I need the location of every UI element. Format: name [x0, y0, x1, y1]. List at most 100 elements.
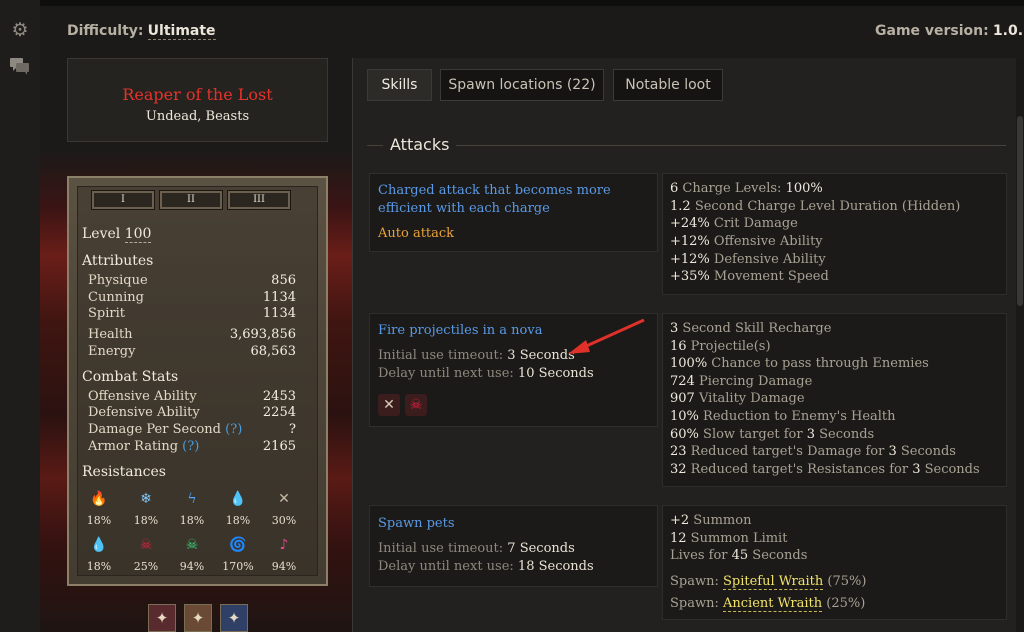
- prop: 3 Second Skill Recharge: [670, 321, 832, 336]
- prop: 907 Vitality Damage: [670, 391, 805, 406]
- resist-vitality-value: 25%: [133, 560, 159, 573]
- combat-dps: Damage Per Second (?)?: [88, 422, 296, 437]
- tab-skills[interactable]: Skills: [367, 69, 432, 101]
- scrollbar-thumb[interactable]: [1017, 116, 1023, 306]
- poison-icon: 💧: [229, 491, 247, 507]
- tier-button-1[interactable]: I: [91, 190, 155, 210]
- spawn-row: Spawn: Ancient Wraith (25%): [670, 596, 866, 612]
- prop: +2 Summon: [670, 513, 752, 528]
- attr-label: Spirit: [88, 306, 125, 321]
- attr-value: 3,693,856: [229, 327, 296, 342]
- attr-cunning: Cunning 1134: [88, 290, 296, 305]
- mutator-icon-2[interactable]: ✦: [184, 604, 212, 632]
- aether-icon: ☠: [185, 537, 199, 553]
- level-label: Level: [82, 226, 121, 242]
- lightning-icon: ϟ: [187, 491, 197, 507]
- resist-lightning-value: 18%: [179, 514, 205, 527]
- gear-icon[interactable]: ⚙: [9, 19, 31, 41]
- combat-value: 2453: [262, 389, 296, 404]
- attributes-title: Attributes: [82, 253, 154, 269]
- version-label: Game version:: [875, 23, 989, 39]
- spawn-link[interactable]: Spiteful Wraith: [723, 574, 824, 590]
- initial-timeout: Initial use timeout: 3 Seconds: [378, 348, 575, 363]
- level-row: Level 100: [82, 226, 152, 243]
- resist-chaos-value: 170%: [222, 560, 254, 573]
- combat-label: Armor Rating: [88, 439, 179, 454]
- combat-offensive: Offensive Ability 2453: [88, 389, 296, 404]
- bleed-icon: 💧: [90, 537, 108, 553]
- attr-label: Energy: [88, 344, 136, 359]
- delay-next-use: Delay until next use: 18 Seconds: [378, 559, 594, 574]
- attr-value: 1134: [262, 306, 296, 321]
- difficulty: Difficulty: Ultimate: [67, 23, 216, 40]
- prop: 60% Slow target for 3 Seconds: [670, 427, 875, 442]
- difficulty-label: Difficulty:: [67, 23, 144, 39]
- tier-button-3[interactable]: III: [227, 190, 291, 210]
- spawn-link[interactable]: Ancient Wraith: [723, 596, 823, 612]
- combat-armor: Armor Rating (?) 2165: [88, 439, 296, 454]
- attr-health: Health 3,693,856: [88, 327, 296, 342]
- header-bar: Difficulty: Ultimate Game version: 1.0.5…: [40, 6, 1024, 52]
- attr-value: 1134: [262, 290, 296, 305]
- tier-button-2[interactable]: II: [159, 190, 223, 210]
- resist-fire-value: 18%: [86, 514, 112, 527]
- pierce-icon: ✕: [278, 491, 290, 507]
- attr-value: 856: [271, 273, 296, 288]
- skill-description: Fire projectiles in a nova: [378, 323, 543, 338]
- resist-pierce-value: 30%: [271, 514, 297, 527]
- tab-spawn-locations[interactable]: Spawn locations (22): [440, 69, 604, 101]
- prop: 16 Projectile(s): [670, 339, 771, 354]
- skill-description-line2: efficient with each charge: [378, 201, 550, 216]
- prop: +35% Movement Speed: [670, 269, 829, 284]
- attr-label: Cunning: [88, 290, 144, 305]
- skill-description: Spawn pets: [378, 516, 455, 531]
- prop: +12% Offensive Ability: [670, 234, 823, 249]
- mutator-icon-3[interactable]: ✦: [220, 604, 248, 632]
- skill-description: Charged attack that becomes more: [378, 183, 611, 198]
- spawn-row: Spawn: Spiteful Wraith (75%): [670, 574, 867, 590]
- combat-defensive: Defensive Ability 2254: [88, 405, 296, 420]
- resist-poison-value: 18%: [225, 514, 251, 527]
- game-version: Game version: 1.0.5.1: [875, 23, 1024, 39]
- prop: 724 Piercing Damage: [670, 374, 813, 389]
- help-link[interactable]: (?): [182, 439, 199, 454]
- combat-value: 2165: [262, 439, 296, 454]
- attr-label: Health: [88, 327, 133, 342]
- monster-name: Reaper of the Lost: [122, 85, 273, 104]
- annotation-arrow-icon: [568, 318, 645, 354]
- prop: 6 Charge Levels: 100%: [670, 181, 823, 196]
- prop: 12 Summon Limit: [670, 531, 788, 546]
- monster-name-box: Reaper of the Lost Undead, Beasts: [67, 58, 328, 142]
- attr-spirit: Spirit 1134: [88, 306, 296, 321]
- attr-physique: Physique 856: [88, 273, 296, 288]
- prop: +12% Defensive Ability: [670, 252, 826, 267]
- resistances-title: Resistances: [82, 464, 166, 480]
- combat-label: Damage Per Second: [88, 422, 222, 437]
- attr-energy: Energy 68,563: [88, 344, 296, 359]
- prop: 1.2 Second Charge Level Duration (Hidden…: [670, 199, 961, 214]
- chat-bubbles-icon[interactable]: [9, 56, 31, 78]
- attr-value: 68,563: [250, 344, 297, 359]
- cold-icon: ❄: [140, 491, 152, 507]
- divider: [456, 145, 1006, 146]
- tab-notable-loot[interactable]: Notable loot: [613, 69, 723, 101]
- prop: +24% Crit Damage: [670, 216, 798, 231]
- attr-label: Physique: [88, 273, 148, 288]
- vitality-icon: ☠: [139, 537, 153, 553]
- divider: [367, 145, 383, 146]
- version-value: 1.0.5.1: [992, 23, 1024, 39]
- prop: 23 Reduced target's Damage for 3 Seconds: [670, 444, 956, 459]
- resist-cold-value: 18%: [133, 514, 159, 527]
- help-link[interactable]: (?): [225, 422, 242, 437]
- level-value: 100: [124, 226, 152, 243]
- combat-value: 2254: [262, 405, 296, 420]
- fire-icon: 🔥: [90, 491, 108, 507]
- section-title: Attacks: [390, 135, 450, 154]
- stun-icon: ♪: [279, 537, 289, 553]
- prop: 100% Chance to pass through Enemies: [670, 356, 929, 371]
- mutator-icon-1[interactable]: ✦: [148, 604, 176, 632]
- difficulty-value[interactable]: Ultimate: [147, 23, 216, 40]
- combat-label: Defensive Ability: [88, 405, 200, 420]
- combat-stats-title: Combat Stats: [82, 369, 179, 385]
- prop: 10% Reduction to Enemy's Health: [670, 409, 896, 424]
